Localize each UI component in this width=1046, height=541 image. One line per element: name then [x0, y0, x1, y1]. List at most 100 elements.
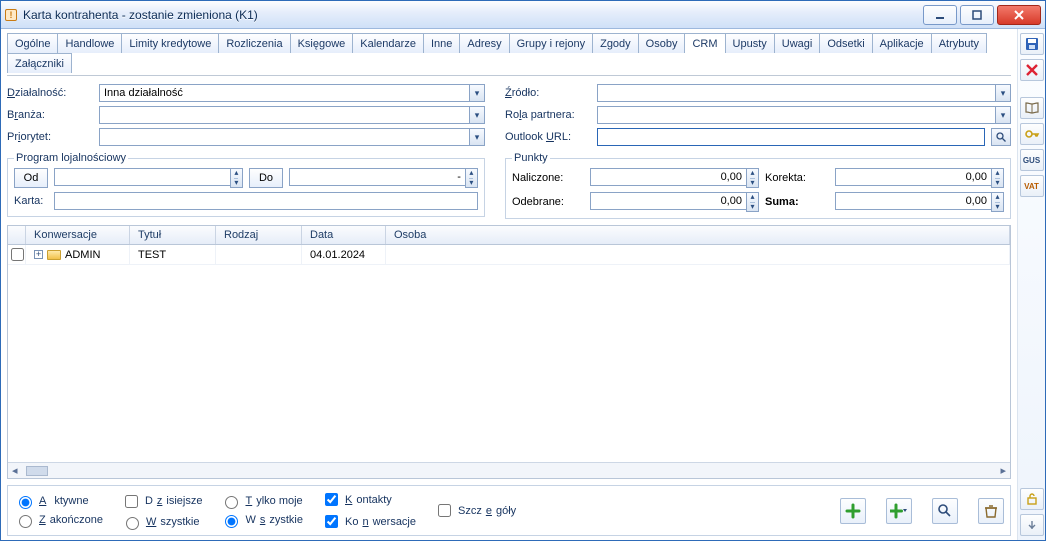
column-title[interactable]: Tytuł — [130, 226, 216, 244]
filter-all-2[interactable]: Wszystkie — [220, 512, 303, 528]
row-person — [386, 245, 1010, 264]
form-right-column: Źródło: Rola partnera: Outlook URL: Punk… — [505, 80, 1011, 219]
outlook-url-field[interactable] — [597, 128, 985, 146]
partner-role-input[interactable] — [597, 106, 995, 124]
key-icon[interactable] — [1020, 123, 1044, 145]
to-input[interactable] — [289, 168, 465, 186]
loyalty-legend: Program lojalnościowy — [14, 152, 128, 164]
tab-atrybuty[interactable]: Atrybuty — [931, 33, 987, 53]
chevron-down-icon[interactable] — [995, 106, 1011, 124]
expand-icon[interactable]: + — [34, 250, 43, 259]
tab-kalendarze[interactable]: Kalendarze — [352, 33, 424, 53]
points-correction-input[interactable] — [835, 168, 991, 186]
from-spin[interactable]: ▴▾ — [54, 168, 243, 188]
partner-role-combo[interactable] — [597, 106, 1011, 124]
form-two-columns: Działalność: Branża: Priorytet: Program … — [7, 80, 1011, 219]
outlook-open-button[interactable] — [991, 128, 1011, 146]
tab-grupy-i-rejony[interactable]: Grupy i rejony — [509, 33, 593, 53]
points-group: Punkty Naliczone: ▴▾ Korekta: ▴▾ Odebran… — [505, 152, 1011, 219]
row-title: TEST — [130, 245, 216, 264]
industry-input[interactable] — [99, 106, 469, 124]
tab-inne[interactable]: Inne — [423, 33, 460, 53]
points-sum-value — [835, 192, 991, 210]
filter-details[interactable]: Szczegóły — [434, 501, 516, 520]
filter-contacts[interactable]: Kontakty — [321, 490, 416, 509]
points-sum-label: Suma: — [765, 196, 829, 208]
tab-handlowe[interactable]: Handlowe — [57, 33, 122, 53]
row-kind — [216, 245, 302, 264]
chevron-down-icon[interactable] — [469, 128, 485, 146]
from-input[interactable] — [54, 168, 230, 186]
tab-zgody[interactable]: Zgody — [592, 33, 639, 53]
outlook-url-label: Outlook URL: — [505, 131, 591, 143]
folder-icon — [47, 250, 61, 260]
filter-finished[interactable]: Zakończone — [14, 512, 103, 528]
tab-aplikacje[interactable]: Aplikacje — [872, 33, 932, 53]
tab-księgowe[interactable]: Księgowe — [290, 33, 354, 53]
card-input[interactable] — [54, 192, 478, 210]
filter-today[interactable]: Dzisiejsze — [121, 492, 203, 511]
industry-combo[interactable] — [99, 106, 485, 124]
column-checkbox[interactable] — [8, 226, 26, 244]
client-area: OgólneHandloweLimity kredytoweRozliczeni… — [1, 29, 1045, 540]
tab-limity-kredytowe[interactable]: Limity kredytowe — [121, 33, 219, 53]
minimize-button[interactable] — [923, 5, 957, 25]
add-dropdown-button[interactable] — [886, 498, 912, 524]
tab-rozliczenia[interactable]: Rozliczenia — [218, 33, 290, 53]
cancel-icon[interactable] — [1020, 59, 1044, 81]
chevron-down-icon[interactable] — [469, 106, 485, 124]
loyalty-group: Program lojalnościowy Od ▴▾ Do ▴▾ Karta: — [7, 152, 485, 217]
tab-upusty[interactable]: Upusty — [725, 33, 775, 53]
filter-conversations[interactable]: Konwersacje — [321, 512, 416, 531]
tab-osoby[interactable]: Osoby — [638, 33, 686, 53]
table-row[interactable]: +ADMINTEST04.01.2024 — [8, 245, 1010, 265]
priority-combo[interactable] — [99, 128, 485, 146]
add-button[interactable] — [840, 498, 866, 524]
column-person[interactable]: Osoba — [386, 226, 1010, 244]
tab-załączniki[interactable]: Załączniki — [7, 53, 72, 73]
filter-only-mine[interactable]: Tylko moje — [220, 493, 303, 509]
horizontal-scrollbar[interactable]: ◂▸ — [8, 462, 1010, 478]
points-calculated-value — [590, 168, 746, 186]
activity-input[interactable] — [99, 84, 469, 102]
to-button[interactable]: Do — [249, 168, 283, 188]
from-button[interactable]: Od — [14, 168, 48, 188]
search-button[interactable] — [932, 498, 958, 524]
main-panel: OgólneHandloweLimity kredytoweRozliczeni… — [1, 29, 1017, 540]
lock-icon[interactable] — [1020, 488, 1044, 510]
tab-crm[interactable]: CRM — [684, 33, 725, 53]
tab-odsetki[interactable]: Odsetki — [819, 33, 872, 53]
column-date[interactable]: Data — [302, 226, 386, 244]
close-button[interactable] — [997, 5, 1041, 25]
tab-ogólne[interactable]: Ogólne — [7, 33, 58, 53]
table-header: Konwersacje Tytuł Rodzaj Data Osoba — [8, 226, 1010, 245]
maximize-button[interactable] — [960, 5, 994, 25]
save-icon[interactable] — [1020, 33, 1044, 55]
source-combo[interactable] — [597, 84, 1011, 102]
activity-combo[interactable] — [99, 84, 485, 102]
row-checkbox[interactable] — [11, 248, 24, 261]
priority-input[interactable] — [99, 128, 469, 146]
gus-icon[interactable]: GUS — [1020, 149, 1044, 171]
right-toolbar: GUS VAT — [1017, 29, 1045, 540]
column-kind[interactable]: Rodzaj — [216, 226, 302, 244]
chevron-down-icon[interactable] — [469, 84, 485, 102]
tab-adresy[interactable]: Adresy — [459, 33, 509, 53]
outlook-url-input[interactable] — [597, 128, 985, 146]
book-icon[interactable] — [1020, 97, 1044, 119]
priority-label: Priorytet: — [7, 131, 93, 143]
table-body: +ADMINTEST04.01.2024 — [8, 245, 1010, 462]
delete-button[interactable] — [978, 498, 1004, 524]
source-label: Źródło: — [505, 87, 591, 99]
filter-active[interactable]: Aktywne — [14, 493, 103, 509]
to-spin[interactable]: ▴▾ — [289, 168, 478, 188]
window-title: Karta kontrahenta - zostanie zmieniona (… — [23, 8, 917, 22]
tab-uwagi[interactable]: Uwagi — [774, 33, 821, 53]
vat-icon[interactable]: VAT — [1020, 175, 1044, 197]
card-label: Karta: — [14, 195, 48, 207]
chevron-down-icon[interactable] — [995, 84, 1011, 102]
collapse-icon[interactable] — [1020, 514, 1044, 536]
column-conversations[interactable]: Konwersacje — [26, 226, 130, 244]
filter-all-1[interactable]: Wszystkie — [121, 514, 203, 530]
source-input[interactable] — [597, 84, 995, 102]
